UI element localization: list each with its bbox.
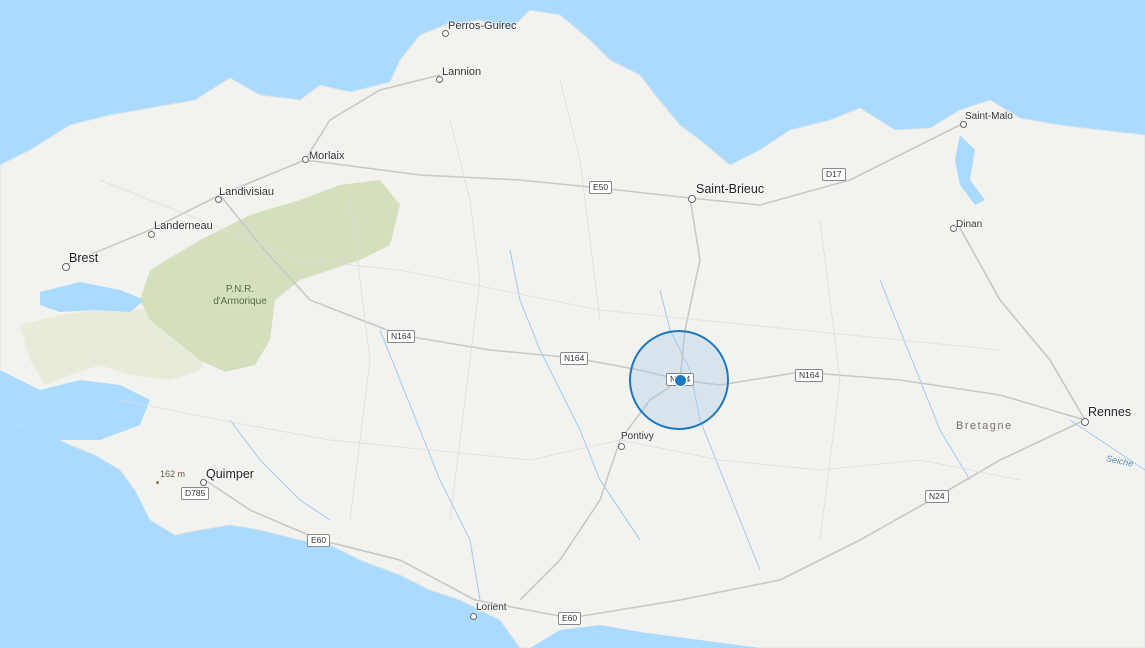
region-label: Bretagne [956,420,1013,432]
road-shield-e50: E50 [589,181,613,194]
road-shield-d785: D785 [181,487,210,500]
road-shield-e60-west: E60 [307,534,331,547]
city-label-pontivy[interactable]: Pontivy [621,431,654,442]
city-label-perros-guirec[interactable]: Perros-Guirec [448,20,516,32]
city-label-lorient[interactable]: Lorient [476,602,507,613]
road-shield-e60-south: E60 [558,612,582,625]
city-dot-saint-malo [960,121,967,128]
road-shield-n164-east: N164 [795,369,824,382]
road-shield-d17: D17 [822,168,846,181]
city-dot-pontivy [618,443,625,450]
city-label-landivisiau[interactable]: Landivisiau [219,186,274,198]
location-pin[interactable] [674,374,687,387]
map-base-layer [0,0,1145,648]
city-dot-morlaix [302,156,309,163]
city-label-quimper[interactable]: Quimper [206,467,254,481]
road-shield-n164-west: N164 [387,330,416,343]
park-label: P.N.R. d'Armorique [213,284,267,307]
road-shield-n24: N24 [925,490,949,503]
map-view[interactable]: E50 D17 N164 N164 N164 N164 D785 E60 E60… [0,0,1145,648]
city-dot-saint-brieuc [688,195,696,203]
city-dot-rennes [1081,418,1089,426]
city-label-rennes[interactable]: Rennes [1088,405,1131,419]
city-label-landerneau[interactable]: Landerneau [154,220,213,232]
city-label-saint-brieuc[interactable]: Saint-Brieuc [696,182,764,196]
city-label-morlaix[interactable]: Morlaix [309,150,344,162]
peak-icon [156,481,159,484]
city-label-saint-malo[interactable]: Saint-Malo [965,111,1013,122]
road-shield-n164-center: N164 [560,352,589,365]
city-label-dinan[interactable]: Dinan [956,219,982,230]
peak-elevation-label: 162 m [160,469,186,479]
city-dot-lorient [470,613,477,620]
city-dot-landerneau [148,231,155,238]
city-label-brest[interactable]: Brest [69,251,98,265]
city-label-lannion[interactable]: Lannion [442,66,481,78]
